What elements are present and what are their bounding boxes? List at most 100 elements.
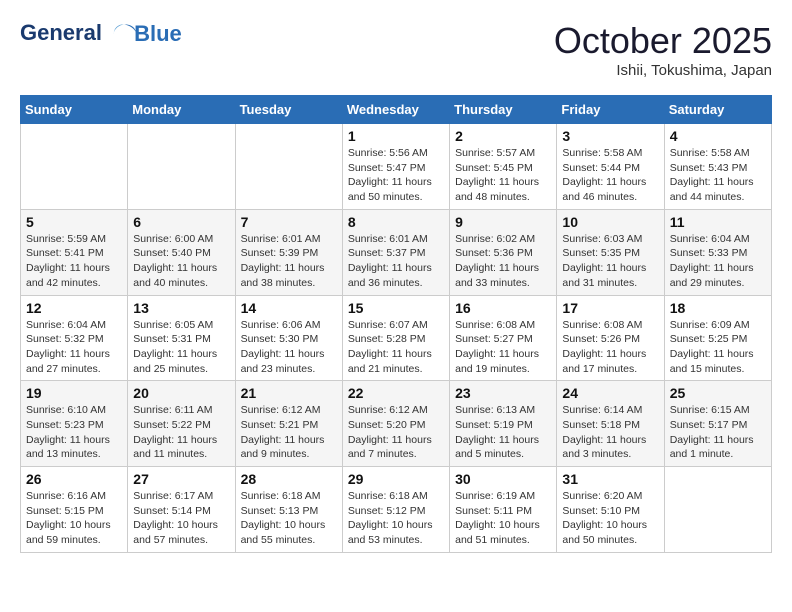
day-info: Sunrise: 6:20 AMSunset: 5:10 PMDaylight:… bbox=[562, 489, 658, 548]
calendar-cell: 21 Sunrise: 6:12 AMSunset: 5:21 PMDayligh… bbox=[235, 381, 342, 467]
day-info: Sunrise: 6:12 AMSunset: 5:20 PMDaylight:… bbox=[348, 403, 444, 462]
day-number: 13 bbox=[133, 300, 229, 316]
day-info: Sunrise: 6:11 AMSunset: 5:22 PMDaylight:… bbox=[133, 403, 229, 462]
logo-general: General bbox=[20, 20, 102, 45]
day-number: 31 bbox=[562, 471, 658, 487]
day-info: Sunrise: 6:02 AMSunset: 5:36 PMDaylight:… bbox=[455, 232, 551, 291]
day-number: 29 bbox=[348, 471, 444, 487]
calendar-cell: 2Sunrise: 5:57 AMSunset: 5:45 PMDaylight… bbox=[450, 124, 557, 210]
day-info: Sunrise: 5:58 AMSunset: 5:44 PMDaylight:… bbox=[562, 146, 658, 205]
calendar-cell bbox=[21, 124, 128, 210]
day-number: 10 bbox=[562, 214, 658, 230]
calendar-cell bbox=[664, 467, 771, 553]
calendar-cell: 19 Sunrise: 6:10 AMSunset: 5:23 PMDayligh… bbox=[21, 381, 128, 467]
day-info: Sunrise: 6:16 AMSunset: 5:15 PMDaylight:… bbox=[26, 489, 122, 548]
day-info: Sunrise: 6:14 AMSunset: 5:18 PMDaylight:… bbox=[562, 403, 658, 462]
day-info: Sunrise: 6:08 AMSunset: 5:26 PMDaylight:… bbox=[562, 318, 658, 377]
day-number: 22 bbox=[348, 385, 444, 401]
day-number: 4 bbox=[670, 128, 766, 144]
calendar-week-1: 1 Sunrise: 5:56 AMSunset: 5:47 PMDaylight… bbox=[21, 124, 772, 210]
calendar-cell: 6 Sunrise: 6:00 AMSunset: 5:40 PMDaylight… bbox=[128, 209, 235, 295]
day-number: 7 bbox=[241, 214, 337, 230]
day-info: Sunrise: 6:01 AMSunset: 5:39 PMDaylight:… bbox=[241, 232, 337, 291]
calendar-cell: 15Sunrise: 6:07 AMSunset: 5:28 PMDayligh… bbox=[342, 295, 449, 381]
day-number: 24 bbox=[562, 385, 658, 401]
calendar-cell: 17 Sunrise: 6:08 AMSunset: 5:26 PMDayligh… bbox=[557, 295, 664, 381]
day-number: 21 bbox=[241, 385, 337, 401]
day-info: Sunrise: 6:08 AMSunset: 5:27 PMDaylight:… bbox=[455, 318, 551, 377]
day-number: 5 bbox=[26, 214, 122, 230]
weekday-header-sunday: Sunday bbox=[21, 96, 128, 124]
day-info: Sunrise: 6:19 AMSunset: 5:11 PMDaylight:… bbox=[455, 489, 551, 548]
calendar-cell: 31 Sunrise: 6:20 AMSunset: 5:10 PMDayligh… bbox=[557, 467, 664, 553]
calendar-cell: 23 Sunrise: 6:13 AMSunset: 5:19 PMDayligh… bbox=[450, 381, 557, 467]
calendar-cell: 3 Sunrise: 5:58 AMSunset: 5:44 PMDaylight… bbox=[557, 124, 664, 210]
calendar-table: SundayMondayTuesdayWednesdayThursdayFrid… bbox=[20, 95, 772, 553]
calendar-cell: 20 Sunrise: 6:11 AMSunset: 5:22 PMDayligh… bbox=[128, 381, 235, 467]
calendar-cell: 1 Sunrise: 5:56 AMSunset: 5:47 PMDaylight… bbox=[342, 124, 449, 210]
calendar-cell: 12Sunrise: 6:04 AMSunset: 5:32 PMDayligh… bbox=[21, 295, 128, 381]
day-info: Sunrise: 6:17 AMSunset: 5:14 PMDaylight:… bbox=[133, 489, 229, 548]
day-number: 28 bbox=[241, 471, 337, 487]
calendar-cell: 10 Sunrise: 6:03 AMSunset: 5:35 PMDayligh… bbox=[557, 209, 664, 295]
calendar-cell bbox=[128, 124, 235, 210]
day-number: 9 bbox=[455, 214, 551, 230]
weekday-header-friday: Friday bbox=[557, 96, 664, 124]
calendar-week-4: 19 Sunrise: 6:10 AMSunset: 5:23 PMDayligh… bbox=[21, 381, 772, 467]
day-number: 20 bbox=[133, 385, 229, 401]
calendar-cell: 9 Sunrise: 6:02 AMSunset: 5:36 PMDaylight… bbox=[450, 209, 557, 295]
logo: General Blue bbox=[20, 20, 182, 48]
weekday-header-thursday: Thursday bbox=[450, 96, 557, 124]
calendar-cell: 25Sunrise: 6:15 AMSunset: 5:17 PMDayligh… bbox=[664, 381, 771, 467]
day-info: Sunrise: 6:12 AMSunset: 5:21 PMDaylight:… bbox=[241, 403, 337, 462]
day-number: 25 bbox=[670, 385, 766, 401]
calendar-cell: 5 Sunrise: 5:59 AMSunset: 5:41 PMDaylight… bbox=[21, 209, 128, 295]
calendar-cell: 29 Sunrise: 6:18 AMSunset: 5:12 PMDayligh… bbox=[342, 467, 449, 553]
calendar-week-2: 5 Sunrise: 5:59 AMSunset: 5:41 PMDaylight… bbox=[21, 209, 772, 295]
day-number: 26 bbox=[26, 471, 122, 487]
day-number: 23 bbox=[455, 385, 551, 401]
day-number: 14 bbox=[241, 300, 337, 316]
day-info: Sunrise: 5:57 AMSunset: 5:45 PMDaylight:… bbox=[455, 146, 551, 205]
day-info: Sunrise: 6:18 AMSunset: 5:13 PMDaylight:… bbox=[241, 489, 337, 548]
day-number: 17 bbox=[562, 300, 658, 316]
day-info: Sunrise: 6:05 AMSunset: 5:31 PMDaylight:… bbox=[133, 318, 229, 377]
calendar-cell: 13 Sunrise: 6:05 AMSunset: 5:31 PMDayligh… bbox=[128, 295, 235, 381]
day-info: Sunrise: 6:00 AMSunset: 5:40 PMDaylight:… bbox=[133, 232, 229, 291]
day-info: Sunrise: 6:10 AMSunset: 5:23 PMDaylight:… bbox=[26, 403, 122, 462]
calendar-cell: 8 Sunrise: 6:01 AMSunset: 5:37 PMDaylight… bbox=[342, 209, 449, 295]
title-block: October 2025 Ishii, Tokushima, Japan bbox=[554, 20, 772, 79]
calendar-cell: 28 Sunrise: 6:18 AMSunset: 5:13 PMDayligh… bbox=[235, 467, 342, 553]
calendar-cell: 16 Sunrise: 6:08 AMSunset: 5:27 PMDayligh… bbox=[450, 295, 557, 381]
calendar-cell: 22 Sunrise: 6:12 AMSunset: 5:20 PMDayligh… bbox=[342, 381, 449, 467]
day-info: Sunrise: 6:04 AMSunset: 5:33 PMDaylight:… bbox=[670, 232, 766, 291]
calendar-cell: 14Sunrise: 6:06 AMSunset: 5:30 PMDayligh… bbox=[235, 295, 342, 381]
day-number: 19 bbox=[26, 385, 122, 401]
day-info: Sunrise: 6:18 AMSunset: 5:12 PMDaylight:… bbox=[348, 489, 444, 548]
day-info: Sunrise: 5:59 AMSunset: 5:41 PMDaylight:… bbox=[26, 232, 122, 291]
calendar-week-5: 26 Sunrise: 6:16 AMSunset: 5:15 PMDayligh… bbox=[21, 467, 772, 553]
location: Ishii, Tokushima, Japan bbox=[554, 62, 772, 79]
day-number: 8 bbox=[348, 214, 444, 230]
day-info: Sunrise: 6:13 AMSunset: 5:19 PMDaylight:… bbox=[455, 403, 551, 462]
calendar-cell: 27 Sunrise: 6:17 AMSunset: 5:14 PMDayligh… bbox=[128, 467, 235, 553]
day-number: 1 bbox=[348, 128, 444, 144]
page-header: General Blue October 2025 Ishii, Tokushi… bbox=[20, 20, 772, 79]
day-info: Sunrise: 6:03 AMSunset: 5:35 PMDaylight:… bbox=[562, 232, 658, 291]
day-info: Sunrise: 5:56 AMSunset: 5:47 PMDaylight:… bbox=[348, 146, 444, 205]
day-number: 6 bbox=[133, 214, 229, 230]
day-number: 15 bbox=[348, 300, 444, 316]
day-info: Sunrise: 6:01 AMSunset: 5:37 PMDaylight:… bbox=[348, 232, 444, 291]
day-info: Sunrise: 6:09 AMSunset: 5:25 PMDaylight:… bbox=[670, 318, 766, 377]
calendar-cell: 24 Sunrise: 6:14 AMSunset: 5:18 PMDayligh… bbox=[557, 381, 664, 467]
weekday-header-monday: Monday bbox=[128, 96, 235, 124]
calendar-cell: 4 Sunrise: 5:58 AMSunset: 5:43 PMDaylight… bbox=[664, 124, 771, 210]
day-number: 11 bbox=[670, 214, 766, 230]
calendar-cell: 26 Sunrise: 6:16 AMSunset: 5:15 PMDayligh… bbox=[21, 467, 128, 553]
day-number: 27 bbox=[133, 471, 229, 487]
calendar-cell: 18Sunrise: 6:09 AMSunset: 5:25 PMDayligh… bbox=[664, 295, 771, 381]
day-info: Sunrise: 5:58 AMSunset: 5:43 PMDaylight:… bbox=[670, 146, 766, 205]
calendar-cell: 30Sunrise: 6:19 AMSunset: 5:11 PMDayligh… bbox=[450, 467, 557, 553]
day-number: 3 bbox=[562, 128, 658, 144]
day-number: 16 bbox=[455, 300, 551, 316]
